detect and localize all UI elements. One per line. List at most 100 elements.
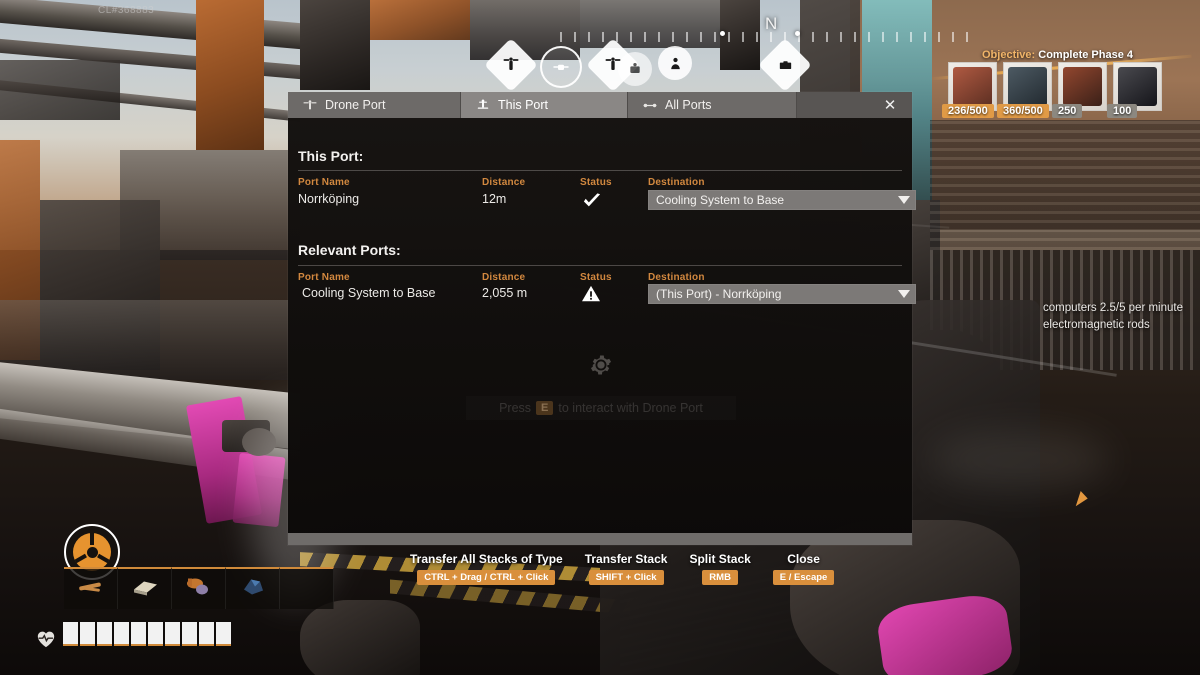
hotbar-slots xyxy=(64,567,334,609)
tab-all-ports[interactable]: All Ports xyxy=(628,92,797,118)
game-screen: CL#368883 N Objective: Complete Phase 4 … xyxy=(0,0,1200,675)
objective-hud: Objective: Complete Phase 4 236/500 360/… xyxy=(930,44,1192,120)
hotkey-split-stack: Split Stack RMB xyxy=(689,552,751,585)
panel-tab-bar: Drone Port This Port All Ports ✕ xyxy=(288,92,912,118)
dark-beam xyxy=(300,0,370,90)
hotkey-transfer-stack: Transfer Stack SHIFT + Click xyxy=(584,552,668,585)
tab-label: All Ports xyxy=(665,98,712,112)
hotkey-close: Close E / Escape xyxy=(772,552,835,585)
hotkey-binding: CTRL + Drag / CTRL + Click xyxy=(417,570,556,585)
tab-this-port[interactable]: This Port xyxy=(461,92,628,118)
health-segment xyxy=(80,622,95,646)
objective-item[interactable]: 236/500 xyxy=(942,62,997,118)
concrete-slab-icon xyxy=(130,577,160,602)
cell-port-name[interactable]: Cooling System to Base xyxy=(302,286,435,300)
column-header-port-name: Port Name xyxy=(298,272,350,283)
objective-item[interactable]: 360/500 xyxy=(997,62,1052,118)
tab-drone-port[interactable]: Drone Port xyxy=(288,92,461,118)
heart-pulse-icon xyxy=(36,630,56,648)
hotkey-label: Transfer All Stacks of Type xyxy=(410,552,563,566)
resource-line-2: electromagnetic rods xyxy=(1043,319,1150,331)
hotbar-slot-3[interactable] xyxy=(172,567,226,609)
section-divider xyxy=(298,170,902,171)
health-bar xyxy=(63,622,231,646)
cell-port-name: Norrköping xyxy=(298,192,360,206)
build-version-label: CL#368883 xyxy=(98,5,155,16)
item-count: 100 xyxy=(1107,104,1138,118)
radial-menu-inner xyxy=(73,533,111,571)
radial-spoke xyxy=(97,553,110,564)
blue-crystal-icon xyxy=(239,576,267,603)
item-thumbnail xyxy=(1118,67,1157,106)
hotbar-slot-2[interactable] xyxy=(118,567,172,609)
objective-prefix: Objective: xyxy=(982,49,1036,61)
hotbar-slot-4[interactable] xyxy=(226,567,280,609)
interact-hint-before: Press xyxy=(499,401,532,415)
health-segment xyxy=(165,622,180,646)
resource-readout: computers 2.5/5 per minute electromagnet… xyxy=(1043,300,1183,334)
compass-tick xyxy=(795,31,800,36)
hotkey-binding: E / Escape xyxy=(772,570,835,585)
waypoint-train-station[interactable] xyxy=(540,46,582,88)
tab-bar-filler xyxy=(797,92,868,118)
health-segment xyxy=(182,622,197,646)
item-thumbnail xyxy=(953,67,992,106)
waypoint-storage[interactable] xyxy=(618,52,652,86)
objective-item[interactable]: 250 xyxy=(1052,62,1107,118)
column-header-status: Status xyxy=(580,272,612,283)
tab-label: This Port xyxy=(498,98,549,112)
chevron-down-icon xyxy=(898,196,910,204)
train-icon xyxy=(540,46,582,88)
radial-spoke xyxy=(74,553,87,564)
hotbar-slot-5[interactable] xyxy=(280,567,334,609)
close-icon[interactable]: ✕ xyxy=(868,92,912,118)
hotkey-transfer-all-stacks: Transfer All Stacks of Type CTRL + Drag … xyxy=(410,552,563,585)
compass-north-label: N xyxy=(765,14,778,33)
hotkey-bar: Transfer All Stacks of Type CTRL + Drag … xyxy=(410,552,835,585)
hotkey-label: Transfer Stack xyxy=(584,552,668,566)
structure-block xyxy=(0,60,120,120)
waypoint-drone-port[interactable] xyxy=(484,38,538,92)
warning-icon xyxy=(581,285,601,303)
drone-port-panel: Drone Port This Port All Ports ✕ This Po… xyxy=(288,92,916,545)
dropdown-value: Cooling System to Base xyxy=(656,193,785,207)
interact-key-badge: E xyxy=(536,401,554,415)
section-title-this-port: This Port: xyxy=(298,148,364,164)
hotkey-binding: RMB xyxy=(702,570,738,585)
hotbar-slot-1[interactable] xyxy=(64,567,118,609)
crate-icon xyxy=(766,46,804,84)
light-glow-2 xyxy=(930,430,1110,490)
objective-item[interactable]: 100 xyxy=(1107,62,1162,118)
orange-column xyxy=(196,0,264,150)
waypoint-player[interactable] xyxy=(658,46,692,80)
item-count: 236/500 xyxy=(942,104,994,118)
panel-footer-bar xyxy=(288,533,912,545)
cell-distance: 12m xyxy=(482,192,507,206)
health-segment xyxy=(148,622,163,646)
drone-port-icon xyxy=(475,99,491,112)
health-segment xyxy=(63,622,78,646)
health-segment xyxy=(131,622,146,646)
iron-rod-icon xyxy=(76,576,106,603)
destination-dropdown-relevant-port[interactable]: (This Port) - Norrköping xyxy=(648,284,916,304)
health-segment xyxy=(97,622,112,646)
objective-text: Complete Phase 4 xyxy=(1038,49,1134,61)
item-count: 250 xyxy=(1052,104,1083,118)
column-header-distance: Distance xyxy=(482,177,526,188)
copper-wire-coil-icon xyxy=(184,575,214,604)
radial-spoke xyxy=(90,533,94,545)
resource-line-1: computers 2.5/5 per minute xyxy=(1043,302,1183,314)
compass-tick xyxy=(720,31,725,36)
column-header-destination: Destination xyxy=(648,177,705,188)
check-icon xyxy=(582,192,602,210)
gear-icon xyxy=(590,354,612,376)
waypoint-crate[interactable] xyxy=(758,38,812,92)
column-header-status: Status xyxy=(580,177,612,188)
health-segment xyxy=(199,622,214,646)
container-icon xyxy=(618,52,652,86)
destination-dropdown-this-port[interactable]: Cooling System to Base xyxy=(648,190,916,210)
column-header-destination: Destination xyxy=(648,272,705,283)
drone-icon xyxy=(492,46,530,84)
player-arm-left xyxy=(300,600,420,675)
hotkey-binding: SHIFT + Click xyxy=(588,570,664,585)
